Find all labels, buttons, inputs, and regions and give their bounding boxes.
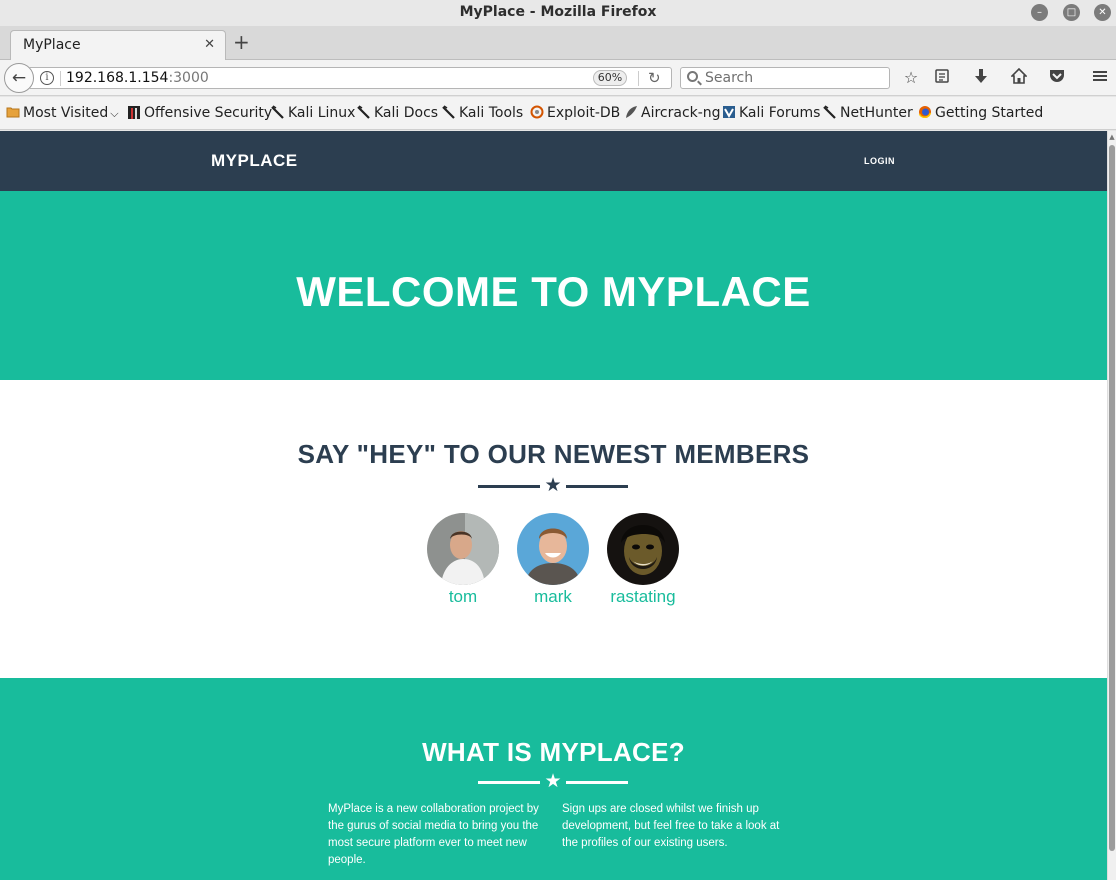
hero-title: WELCOME TO MYPLACE [296,268,811,315]
member-name[interactable]: rastating [593,587,693,607]
kali-forums-icon [723,106,735,119]
tab-close-icon[interactable]: ✕ [204,37,215,52]
url-host: 192.168.1.154 [66,70,169,86]
pocket-icon[interactable] [1047,68,1067,88]
reload-icon[interactable]: ↻ [648,69,661,87]
hero-section: WELCOME TO MYPLACE [0,191,1107,380]
window-title: MyPlace - Mozilla Firefox [459,4,657,20]
tab-title: MyPlace [23,37,81,53]
search-bar[interactable] [680,67,890,89]
zoom-indicator[interactable]: 60% [593,70,627,86]
web-page: MYPLACE LOGIN WELCOME TO MYPLACE SAY "HE… [0,131,1107,880]
kali-dragon-icon [823,105,836,119]
bookmark-getting-started[interactable]: Getting Started [918,105,1043,123]
bookmark-label: Getting Started [935,105,1044,121]
about-heading: WHAT IS MYPLACE? [422,737,685,767]
member-name[interactable]: tom [413,587,513,607]
navigation-toolbar: i 192.168.1.154:3000 60% ↻ ← ☆ [0,60,1116,96]
divider-line [566,485,628,488]
bookmark-label: Kali Linux [288,105,356,121]
login-link[interactable]: LOGIN [864,156,895,166]
exploitdb-icon [530,105,544,119]
folder-icon [6,107,20,118]
bookmark-kali-linux[interactable]: Kali Linux [271,105,355,123]
star-divider: ★ [478,772,628,792]
about-text-left: MyPlace is a new collaboration project b… [328,803,539,866]
kali-dragon-icon [271,105,284,119]
bookmark-nethunter[interactable]: NetHunter [823,105,913,123]
menu-icon[interactable] [1090,68,1110,88]
back-arrow-icon: ← [11,68,27,88]
member-card-tom[interactable]: tom [413,513,513,607]
site-brand-link[interactable]: MYPLACE [211,151,298,171]
search-icon [687,71,698,82]
avatar[interactable] [517,513,589,585]
tab-myplace[interactable]: MyPlace ✕ [10,30,226,60]
aircrack-icon [626,106,637,118]
bookmark-label: Most Visited [23,105,109,121]
member-card-mark[interactable]: mark [503,513,603,607]
url-text[interactable]: 192.168.1.154:3000 [66,70,209,86]
bookmark-label: Kali Tools [459,105,524,121]
back-button[interactable]: ← [4,63,34,93]
star-divider: ★ [478,476,628,496]
scroll-up-icon[interactable]: ▲ [1108,133,1116,141]
bookmark-star-icon[interactable]: ☆ [901,68,921,88]
window-titlebar: MyPlace - Mozilla Firefox – □ ✕ [0,0,1116,26]
tab-strip: MyPlace ✕ [0,26,1116,60]
minimize-icon[interactable]: – [1031,4,1048,21]
star-icon: ★ [544,771,562,792]
scrollbar-thumb[interactable] [1109,145,1115,851]
offsec-icon [128,106,140,119]
reading-list-icon[interactable] [932,68,952,88]
url-port: :3000 [168,70,209,86]
avatar[interactable] [427,513,499,585]
bookmark-most-visited[interactable]: Most Visited ⌵ [6,105,119,123]
avatar[interactable] [607,513,679,585]
bookmark-kali-docs[interactable]: Kali Docs [357,105,438,123]
member-card-rastating[interactable]: rastating [593,513,693,607]
kali-dragon-icon [442,105,455,119]
url-bar[interactable]: i 192.168.1.154:3000 60% ↻ [30,67,672,89]
member-name[interactable]: mark [503,587,603,607]
star-icon: ★ [544,475,562,496]
bookmark-kali-forums[interactable]: Kali Forums [722,105,820,123]
kali-dragon-icon [357,105,370,119]
bookmark-offensive-security[interactable]: Offensive Security [127,105,272,123]
members-heading: SAY "HEY" TO OUR NEWEST MEMBERS [297,439,810,469]
divider-line [566,781,628,784]
bookmark-label: Offensive Security [144,105,273,121]
bookmarks-toolbar: Most Visited ⌵ Offensive Security Kali Li… [0,97,1116,130]
home-icon[interactable] [1009,67,1029,88]
newest-members-section: SAY "HEY" TO OUR NEWEST MEMBERS ★ tom ma… [0,380,1107,678]
bookmark-label: Exploit-DB [547,105,621,121]
close-icon[interactable]: ✕ [1094,4,1111,21]
bookmark-label: Kali Forums [739,105,821,121]
download-icon[interactable] [971,68,991,88]
chevron-down-icon: ⌵ [110,107,119,120]
url-divider [638,71,639,86]
page-scrollbar[interactable]: ▲ [1107,131,1116,880]
bookmark-label: NetHunter [840,105,913,121]
url-separator [60,71,61,86]
bookmark-exploit-db[interactable]: Exploit-DB [530,105,620,123]
new-tab-button[interactable]: + [233,29,250,55]
divider-line [478,485,540,488]
site-navbar: MYPLACE LOGIN [0,131,1107,191]
bookmark-kali-tools[interactable]: Kali Tools [442,105,523,123]
firefox-icon [918,106,932,118]
bookmark-aircrack-ng[interactable]: Aircrack-ng [624,105,721,123]
maximize-icon[interactable]: □ [1063,4,1080,21]
about-section: WHAT IS MYPLACE? ★ MyPlace is a new coll… [0,678,1107,880]
bookmark-label: Kali Docs [374,105,439,121]
site-info-icon[interactable]: i [40,71,54,85]
bookmark-label: Aircrack-ng [641,105,721,121]
divider-line [478,781,540,784]
about-text-right: Sign ups are closed whilst we finish up … [562,803,780,849]
search-input[interactable] [705,70,885,86]
